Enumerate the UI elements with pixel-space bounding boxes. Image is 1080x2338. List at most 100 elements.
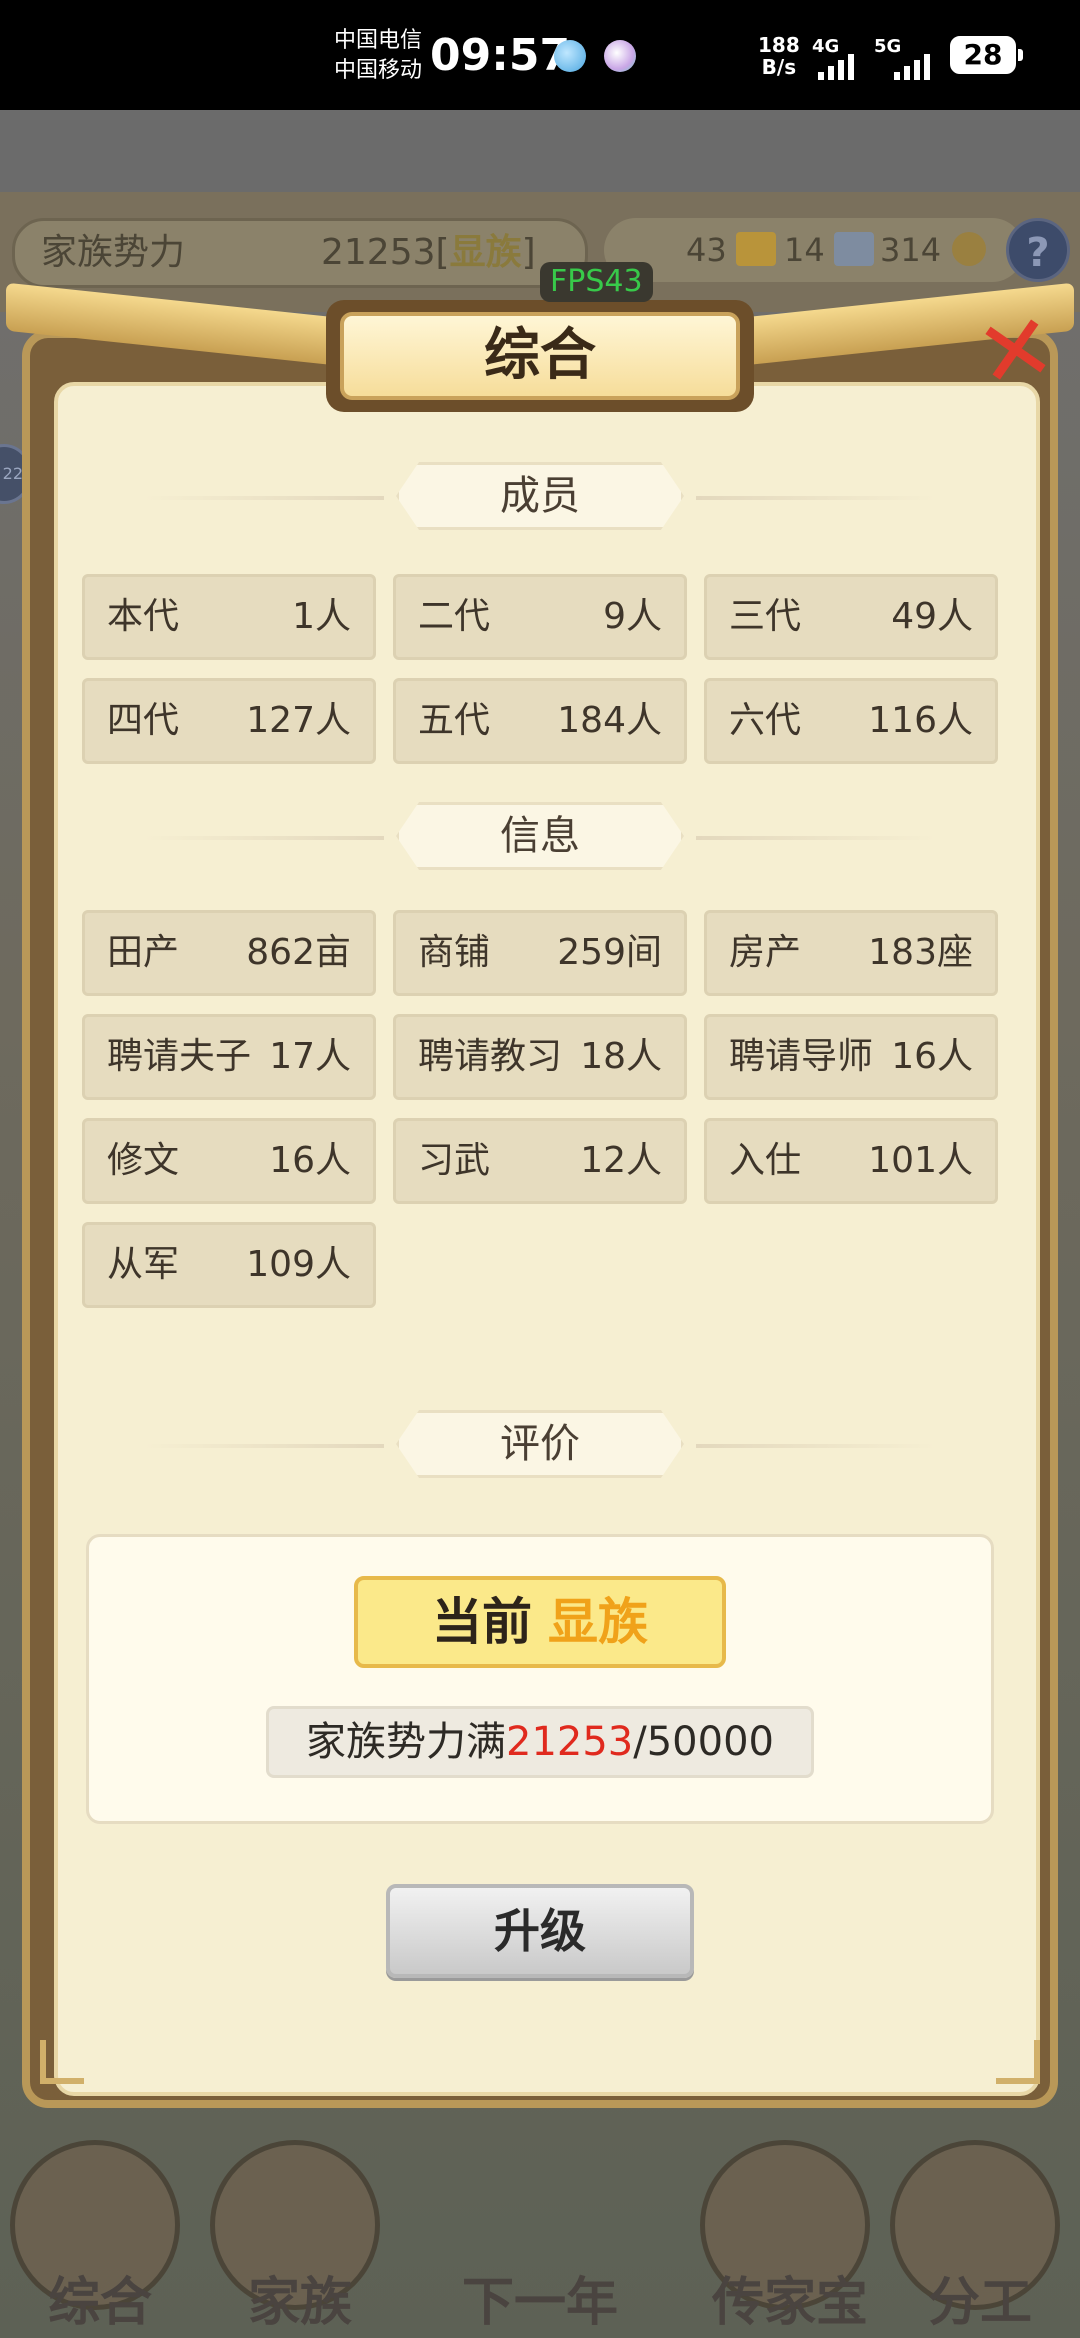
stat-value: 16人 xyxy=(891,1036,973,1077)
silver-ingot-icon xyxy=(834,232,874,266)
stat-label: 田产 xyxy=(107,932,180,973)
stat-label: 三代 xyxy=(729,596,802,637)
stat-cell: 五代 184人 xyxy=(393,678,687,764)
power-progress: 家族势力满21253/50000 xyxy=(266,1706,814,1778)
section-header-info: 信息 xyxy=(144,802,936,874)
resource-bar: 43 14 314 xyxy=(604,218,1024,282)
family-power-value-wrap: 21253[显族] xyxy=(321,232,536,273)
family-power-label: 家族势力 xyxy=(41,232,186,273)
stat-label: 习武 xyxy=(418,1140,491,1181)
stat-cell: 聘请夫子 17人 xyxy=(82,1014,376,1100)
resource-3-value: 314 xyxy=(880,231,942,269)
stat-value: 127人 xyxy=(246,700,351,741)
network-speed-unit: B/s xyxy=(761,55,797,79)
family-power-rank: 显族 xyxy=(449,232,522,273)
divider-line xyxy=(696,836,936,840)
stat-cell: 房产 183座 xyxy=(704,910,998,996)
stat-value: 862亩 xyxy=(246,932,351,973)
nav-division-label: 分工 xyxy=(927,2273,1032,2333)
current-rank-label: 当前 xyxy=(432,1593,532,1651)
nav-heirloom-label: 传家宝 xyxy=(711,2273,868,2333)
signal-2-icon xyxy=(894,44,930,80)
section-header-evaluation: 评价 xyxy=(144,1410,936,1482)
stat-cell: 修文 16人 xyxy=(82,1118,376,1204)
family-power-display: 家族势力 21253[显族] xyxy=(12,218,588,288)
stat-cell: 四代 127人 xyxy=(82,678,376,764)
stat-cell: 习武 12人 xyxy=(393,1118,687,1204)
signal-1-icon xyxy=(818,44,854,80)
family-power-value: 21253 xyxy=(321,232,436,273)
network-speed: 188 B/s xyxy=(758,34,800,78)
carrier-1: 中国电信 xyxy=(334,28,423,53)
power-progress-current: 21253 xyxy=(506,1719,634,1765)
clock: 09:57 xyxy=(430,30,571,81)
stat-value: 1人 xyxy=(292,596,351,637)
stat-value: 49人 xyxy=(891,596,973,637)
stat-value: 18人 xyxy=(580,1036,662,1077)
carrier-labels: 中国电信 中国移动 xyxy=(334,26,422,86)
stat-value: 183座 xyxy=(868,932,973,973)
current-rank-box: 当前 显族 xyxy=(354,1576,726,1668)
stat-value: 16人 xyxy=(269,1140,351,1181)
app-notification-icon xyxy=(604,40,636,72)
stat-label: 修文 xyxy=(107,1140,180,1181)
nav-family-label: 家族 xyxy=(247,2273,352,2333)
stat-value: 101人 xyxy=(868,1140,973,1181)
nav-division[interactable]: 分工 xyxy=(880,2130,1080,2338)
divider-line xyxy=(696,1444,936,1448)
stat-cell: 六代 116人 xyxy=(704,678,998,764)
stat-label: 聘请教习 xyxy=(418,1036,563,1077)
stat-label: 本代 xyxy=(107,596,180,637)
stat-cell: 聘请教习 18人 xyxy=(393,1014,687,1100)
stat-value: 184人 xyxy=(557,700,662,741)
section-title-members: 成员 xyxy=(396,462,684,530)
fps-counter: FPS43 xyxy=(540,262,653,302)
nav-next-year[interactable]: 下一年 xyxy=(440,2130,640,2338)
bottom-nav: 综合 家族 下一年 传家宝 分工 xyxy=(0,2130,1080,2338)
divider-line xyxy=(144,1444,384,1448)
top-band xyxy=(0,110,1080,192)
power-progress-target: /50000 xyxy=(633,1719,774,1765)
stat-value: 116人 xyxy=(868,700,973,741)
stat-value: 109人 xyxy=(246,1244,351,1285)
nav-overview-label: 综合 xyxy=(47,2273,152,2333)
stat-label: 商铺 xyxy=(418,932,491,973)
nav-heirloom[interactable]: 传家宝 xyxy=(690,2130,890,2338)
current-rank-value: 显族 xyxy=(548,1593,648,1651)
carrier-2: 中国移动 xyxy=(334,58,423,83)
stat-cell: 商铺 259间 xyxy=(393,910,687,996)
stat-value: 9人 xyxy=(603,596,662,637)
nav-overview[interactable]: 综合 xyxy=(0,2130,200,2338)
divider-line xyxy=(696,496,936,500)
gold-ingot-icon xyxy=(736,232,776,266)
nav-next-year-label: 下一年 xyxy=(461,2273,618,2333)
stat-cell: 入仕 101人 xyxy=(704,1118,998,1204)
corner-ornament-br xyxy=(996,2040,1040,2084)
stat-value: 17人 xyxy=(269,1036,351,1077)
stat-value: 12人 xyxy=(580,1140,662,1181)
upgrade-button[interactable]: 升级 xyxy=(386,1884,694,1978)
stat-cell: 从军 109人 xyxy=(82,1222,376,1308)
resource-1-value: 43 xyxy=(686,231,727,269)
resource-2-value: 14 xyxy=(784,231,825,269)
stat-cell: 聘请导师 16人 xyxy=(704,1014,998,1100)
close-button[interactable]: ✕ xyxy=(951,289,1080,415)
coin-icon xyxy=(952,232,986,266)
divider-line xyxy=(144,496,384,500)
battery-indicator: 28 xyxy=(950,36,1023,74)
corner-ornament-bl xyxy=(40,2040,84,2084)
stat-label: 房产 xyxy=(729,932,802,973)
nav-family[interactable]: 家族 xyxy=(200,2130,400,2338)
help-button[interactable]: ? xyxy=(1006,218,1070,282)
stat-label: 聘请导师 xyxy=(729,1036,874,1077)
stat-value: 259间 xyxy=(557,932,662,973)
weather-icon xyxy=(554,40,586,72)
stat-label: 聘请夫子 xyxy=(107,1036,252,1077)
stat-cell: 田产 862亩 xyxy=(82,910,376,996)
stat-label: 四代 xyxy=(107,700,180,741)
stat-label: 入仕 xyxy=(729,1140,802,1181)
divider-line xyxy=(144,836,384,840)
stat-label: 从军 xyxy=(107,1244,180,1285)
section-title-info: 信息 xyxy=(396,802,684,870)
power-progress-label: 家族势力满 xyxy=(306,1719,506,1765)
